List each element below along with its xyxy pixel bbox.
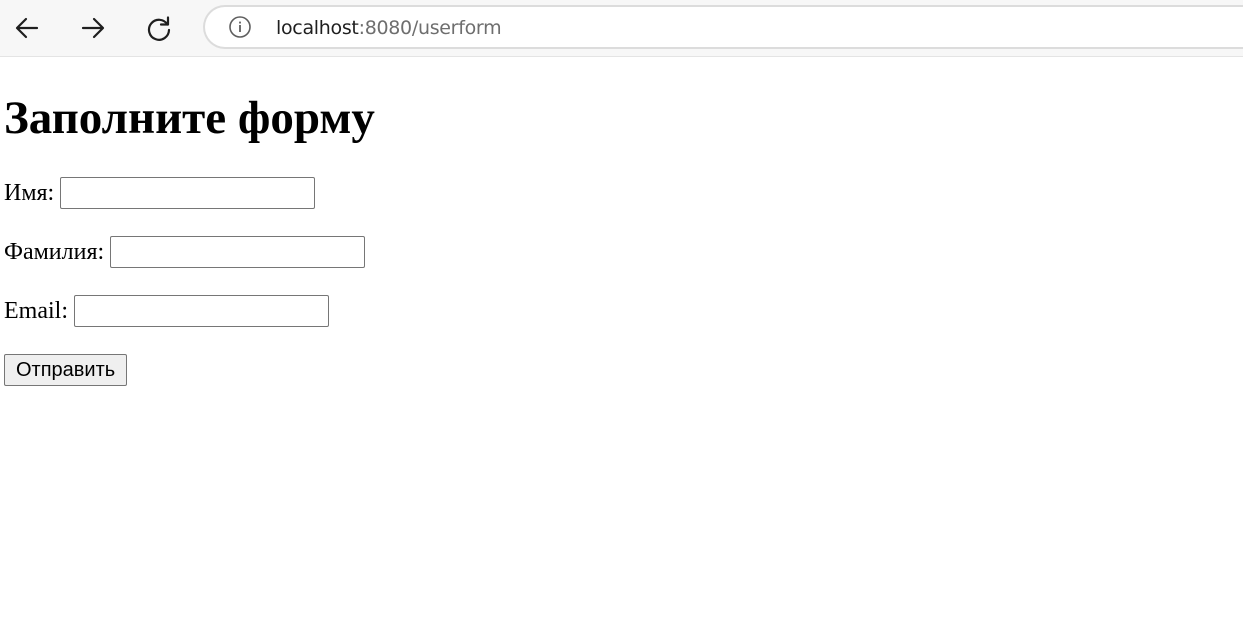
- browser-toolbar: localhost:8080/userform: [0, 0, 1243, 57]
- arrow-right-icon: [81, 17, 105, 39]
- first-name-row: Имя:: [4, 177, 316, 209]
- address-bar[interactable]: localhost:8080/userform: [203, 5, 1243, 49]
- reload-icon: [147, 16, 171, 41]
- info-icon[interactable]: [229, 16, 251, 38]
- email-field[interactable]: [73, 295, 329, 327]
- url-text[interactable]: localhost:8080/userform: [276, 16, 502, 40]
- submit-button[interactable]: Отправить: [4, 354, 128, 386]
- arrow-left-icon: [15, 17, 39, 39]
- page-title: Заполните форму: [4, 92, 375, 144]
- reload-button[interactable]: [143, 12, 175, 44]
- first-name-field[interactable]: [60, 177, 316, 209]
- first-name-label: Имя:: [4, 180, 55, 206]
- back-button[interactable]: [11, 12, 43, 44]
- last-name-row: Фамилия:: [4, 236, 366, 268]
- url-host: localhost: [276, 17, 359, 39]
- forward-button[interactable]: [77, 12, 109, 44]
- url-path: :8080/userform: [358, 17, 502, 39]
- last-name-label: Фамилия:: [4, 239, 105, 265]
- last-name-field[interactable]: [110, 236, 366, 268]
- email-label: Email:: [4, 298, 68, 324]
- email-row: Email:: [4, 295, 329, 327]
